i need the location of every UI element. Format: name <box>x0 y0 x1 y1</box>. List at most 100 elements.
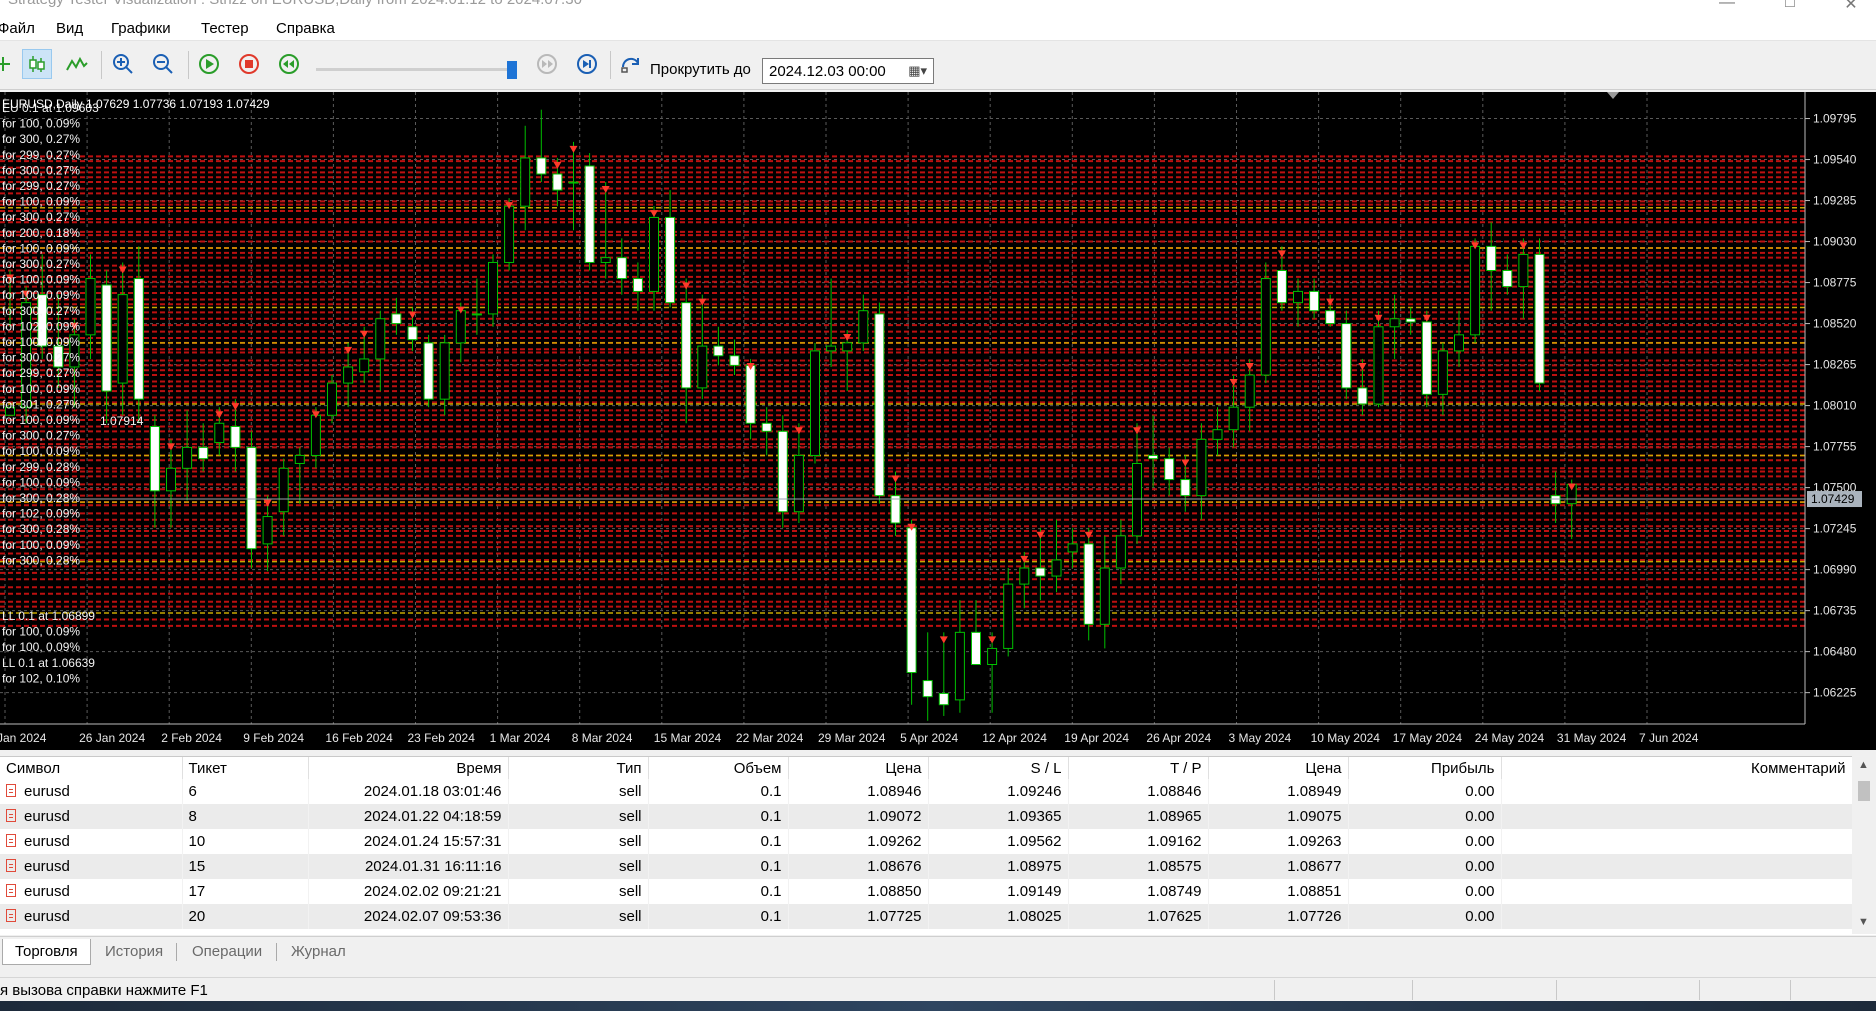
cell-price-text: 1.09072 <box>867 808 922 825</box>
scrollbar-thumb[interactable] <box>1858 781 1870 801</box>
col-price[interactable]: Цена <box>788 757 929 779</box>
table-row[interactable]: eurusd 10 2024.01.24 15:57:31 sell 0.1 1.0926… <box>0 829 1853 854</box>
tab-operations[interactable]: Операции <box>180 939 274 965</box>
scroll-icon[interactable] <box>616 49 646 79</box>
order-label: for 100, 0.09% <box>2 273 80 287</box>
x-tick-label: 9 Feb 2024 <box>243 731 304 745</box>
tab-journal[interactable]: Журнал <box>279 939 358 965</box>
cell-ticket: 17 <box>182 879 309 904</box>
x-tick-label: 8 Mar 2024 <box>572 731 633 745</box>
play-icon[interactable] <box>194 49 224 79</box>
col-sl[interactable]: S / L <box>928 757 1069 779</box>
menu-charts[interactable]: Графики <box>111 20 171 37</box>
cell-current-price: 1.09075 <box>1208 804 1349 829</box>
menu-file[interactable]: Файл <box>0 20 35 37</box>
scroll-to-date-input[interactable]: 2024.12.03 00:00 ▦▾ <box>762 58 934 84</box>
cell-type: sell <box>508 829 649 854</box>
cell-symbol: eurusd <box>0 804 183 829</box>
current-price-label: 1.07429 <box>1811 492 1855 506</box>
candle-body <box>166 467 176 492</box>
table-row[interactable]: eurusd 15 2024.01.31 16:11:16 sell 0.1 1.0867… <box>0 854 1853 879</box>
minimize-icon[interactable]: — <box>1707 0 1747 12</box>
stop-icon[interactable] <box>234 49 264 79</box>
candlestick-icon[interactable] <box>22 49 52 79</box>
scroll-down-icon[interactable]: ▼ <box>1858 916 1869 928</box>
order-label: for 100, 0.09% <box>2 195 80 209</box>
close-icon[interactable]: ✕ <box>1831 0 1871 14</box>
col-ticket[interactable]: Тикет <box>182 757 309 779</box>
toolbar-separator <box>610 51 611 79</box>
table-header-row: Символ Тикет Время Тип Объем Цена S / L … <box>0 757 1853 779</box>
candle-body <box>600 257 611 263</box>
order-label: for 102, 0.09% <box>2 507 80 521</box>
table-row[interactable]: eurusd 6 2024.01.18 03:01:46 sell 0.1 1.08946… <box>0 779 1853 804</box>
cell-volume-text: 0.1 <box>760 858 782 875</box>
cell-price: 1.08676 <box>788 854 929 879</box>
position-icon <box>6 809 16 822</box>
x-tick-label: 16 Feb 2024 <box>325 731 393 745</box>
cell-volume: 0.1 <box>648 879 789 904</box>
skip-to-end-icon[interactable] <box>572 49 602 79</box>
col-profit[interactable]: Прибыль <box>1348 757 1502 779</box>
candle-body <box>681 302 692 389</box>
cell-symbol: eurusd <box>0 879 183 904</box>
candle-body <box>584 165 595 263</box>
candle-body <box>665 216 676 304</box>
menu-help[interactable]: Справка <box>276 20 335 37</box>
cell-type: sell <box>508 854 649 879</box>
crosshair-icon[interactable] <box>0 49 18 79</box>
tab-trade[interactable]: Торговля <box>2 939 91 965</box>
col-tp[interactable]: T / P <box>1068 757 1209 779</box>
cell-volume: 0.1 <box>648 829 789 854</box>
zoom-in-icon[interactable] <box>108 49 138 79</box>
col-symbol[interactable]: Символ <box>0 757 183 779</box>
order-label: LL 0.1 at 1.06899 <box>2 609 95 623</box>
zoom-out-icon[interactable] <box>148 49 178 79</box>
cell-price-text: 1.08850 <box>867 883 922 900</box>
scroll-up-icon[interactable]: ▲ <box>1858 759 1869 771</box>
cell-symbol-text: eurusd <box>24 808 70 825</box>
line-chart-icon[interactable] <box>62 49 92 79</box>
table-row[interactable]: eurusd 17 2024.02.02 09:21:21 sell 0.1 1.0885… <box>0 879 1853 904</box>
calendar-icon[interactable]: ▦▾ <box>908 63 927 79</box>
table-row[interactable]: eurusd 20 2024.02.07 09:53:36 sell 0.1 1.0772… <box>0 904 1853 929</box>
cell-tp: 1.07625 <box>1068 904 1209 929</box>
trade-arrow-marker <box>1181 459 1190 467</box>
menu-tester[interactable]: Тестер <box>201 20 249 37</box>
chart-header: EURUSD,Daily 1.07629 1.07736 1.07193 1.0… <box>2 97 270 111</box>
candle-body <box>826 345 837 352</box>
maximize-icon[interactable]: □ <box>1770 0 1810 12</box>
cell-time-text: 2024.01.18 03:01:46 <box>363 783 502 800</box>
menu-view[interactable]: Вид <box>56 20 83 37</box>
cell-profit: 0.00 <box>1348 854 1502 879</box>
tab-history[interactable]: История <box>93 939 175 965</box>
price-chart[interactable]: 1.09795 1.09540 1.09285 1.09030 1.08775 1.085… <box>0 92 1876 750</box>
candle-body <box>649 216 659 292</box>
col-comment[interactable]: Комментарий <box>1501 757 1853 779</box>
table-row[interactable]: eurusd 8 2024.01.22 04:18:59 sell 0.1 1.09072… <box>0 804 1853 829</box>
candle-body <box>1454 334 1464 352</box>
cell-profit: 0.00 <box>1348 879 1502 904</box>
cell-tp-text: 1.08749 <box>1147 883 1202 900</box>
tab-separator <box>276 943 277 961</box>
col-volume[interactable]: Объем <box>648 757 789 779</box>
cell-volume: 0.1 <box>648 854 789 879</box>
trades-scrollbar[interactable]: ▲ ▼ <box>1852 756 1876 934</box>
col-current-price[interactable]: Цена <box>1208 757 1349 779</box>
rewind-icon[interactable] <box>274 49 304 79</box>
col-time[interactable]: Время <box>308 757 509 779</box>
speed-slider-thumb[interactable] <box>507 61 517 79</box>
candle-body <box>230 425 241 448</box>
x-tick-label: 7 Jun 2024 <box>1639 731 1699 745</box>
cell-tp-text: 1.08575 <box>1147 858 1202 875</box>
col-type[interactable]: Тип <box>508 757 649 779</box>
speed-slider-track[interactable] <box>316 68 516 71</box>
chart-canvas: 1.09795 1.09540 1.09285 1.09030 1.08775 1.085… <box>0 92 1862 745</box>
order-label: for 100, 0.09% <box>2 117 80 131</box>
cell-profit: 0.00 <box>1348 829 1502 854</box>
trade-arrow-marker <box>1245 362 1254 370</box>
cell-current-price: 1.08851 <box>1208 879 1349 904</box>
cell-symbol-text: eurusd <box>24 908 70 925</box>
cell-tp: 1.08846 <box>1068 779 1209 804</box>
window-title: Strategy Tester Visualization : Strizz o… <box>8 0 582 8</box>
